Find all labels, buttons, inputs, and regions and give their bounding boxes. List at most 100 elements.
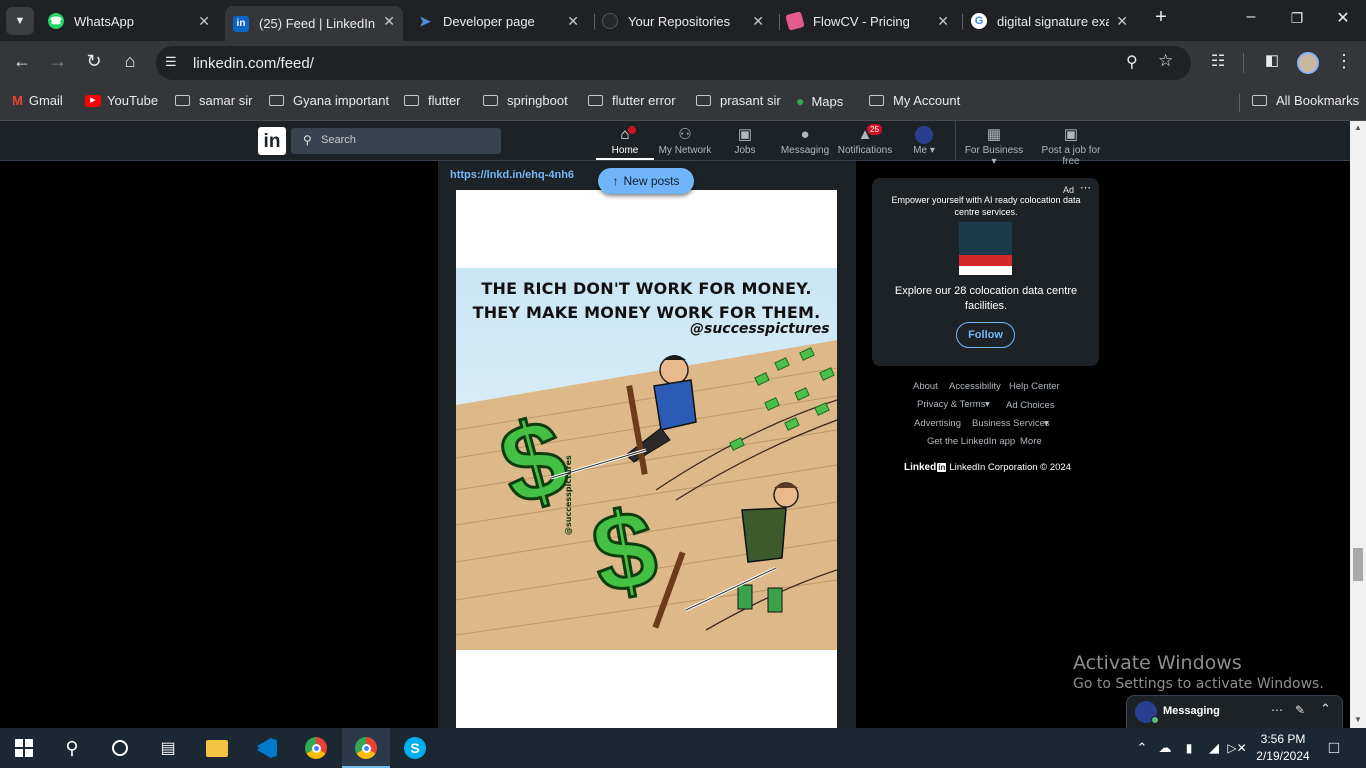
scroll-thumb[interactable] xyxy=(1353,548,1363,581)
close-icon[interactable]: ✕ xyxy=(383,13,395,30)
new-posts-button[interactable]: ↑ New posts xyxy=(598,168,694,194)
page-scrollbar[interactable]: ▲ ▼ xyxy=(1350,121,1366,728)
bookmark-folder-gyana-important[interactable]: Gyana important xyxy=(269,93,389,108)
search-placeholder[interactable]: Search xyxy=(321,134,356,146)
footer-link-more[interactable]: More xyxy=(1020,436,1042,447)
footer-link-privacy-terms[interactable]: Privacy & Terms xyxy=(917,399,985,410)
side-panel-icon[interactable]: ◧ xyxy=(1260,51,1284,69)
clock-time: 3:56 PM xyxy=(1260,732,1306,746)
post-link[interactable]: https://lnkd.in/ehq-4nh6 xyxy=(450,169,574,181)
bookmark-folder-samar-sir[interactable]: samar sir xyxy=(175,93,252,108)
chrome-profile-icon[interactable] xyxy=(354,736,378,760)
nav-my-network[interactable]: ⚇ My Network xyxy=(655,125,715,156)
battery-icon[interactable]: ▮ xyxy=(1177,736,1201,760)
ad-follow-button[interactable]: Follow xyxy=(956,322,1015,348)
bookmark-youtube[interactable]: ▶ YouTube xyxy=(85,93,158,108)
close-icon[interactable]: ✕ xyxy=(937,13,949,30)
close-icon[interactable]: ✕ xyxy=(198,13,210,30)
scroll-up-arrow[interactable]: ▲ xyxy=(1354,123,1362,132)
window-close-button[interactable]: ✕ xyxy=(1328,8,1358,28)
site-info-icon[interactable]: ☰ xyxy=(165,54,177,70)
nav-post-a-job[interactable]: ▣ Post a job for free xyxy=(1032,125,1110,167)
tab-linkedin-feed[interactable]: in (25) Feed | LinkedIn ✕ xyxy=(225,6,403,41)
folder-icon xyxy=(175,95,190,106)
footer-link-help-center[interactable]: Help Center xyxy=(1009,381,1060,392)
task-view-icon[interactable]: ▤ xyxy=(156,736,180,760)
chevron-up-icon[interactable]: ⌃ xyxy=(1320,701,1331,717)
bookmark-maps[interactable]: ● Maps xyxy=(796,93,843,109)
tab-title: (25) Feed | LinkedIn xyxy=(259,16,376,31)
home-button[interactable]: ⌂ xyxy=(118,51,142,72)
bookmark-star-icon[interactable]: ☆ xyxy=(1158,51,1173,71)
minimize-button[interactable]: – xyxy=(1236,8,1266,26)
nav-for-business[interactable]: ▦ For Business ▾ xyxy=(962,125,1026,167)
back-button[interactable]: ← xyxy=(10,51,34,72)
tab-search-button[interactable]: ▼ xyxy=(6,7,34,35)
cortana-icon[interactable] xyxy=(108,736,132,760)
github-icon xyxy=(602,13,618,29)
close-icon[interactable]: ✕ xyxy=(1116,13,1128,30)
volume-muted-icon[interactable]: ▷✕ xyxy=(1225,736,1249,760)
more-icon[interactable]: ⋯ xyxy=(1271,703,1283,717)
linkedin-logo[interactable]: in xyxy=(258,127,286,155)
chrome-icon[interactable] xyxy=(304,736,328,760)
bookmark-folder-springboot[interactable]: springboot xyxy=(483,93,568,108)
reload-button[interactable]: ↻ xyxy=(82,51,106,72)
vscode-icon[interactable] xyxy=(255,736,279,760)
chevron-up-icon[interactable]: ⌃ xyxy=(1130,736,1154,760)
compose-icon[interactable]: ✎ xyxy=(1295,703,1305,717)
ad-card: Ad ⋯ Empower yourself with AI ready colo… xyxy=(872,178,1099,366)
tab-digital-signature[interactable]: G digital signature exam ✕ xyxy=(971,6,1136,36)
windows-start-icon[interactable] xyxy=(12,736,36,760)
clock[interactable]: 3:56 PM 2/19/2024 xyxy=(1250,731,1316,765)
footer-link-accessibility[interactable]: Accessibility xyxy=(949,381,1001,392)
post-image[interactable]: $ $ THE RICH DON'T WORK FOR MONEY. THEY … xyxy=(456,190,837,728)
footer-link-get-app[interactable]: Get the LinkedIn app xyxy=(927,436,1015,447)
tab-developer-page[interactable]: ➤ Developer page ✕ xyxy=(417,6,587,36)
search-box[interactable]: ⚲ Search xyxy=(291,128,501,154)
gmail-icon: M xyxy=(12,93,23,108)
footer-link-about[interactable]: About xyxy=(913,381,938,392)
footer-link-advertising[interactable]: Advertising xyxy=(914,418,961,429)
close-icon[interactable]: ✕ xyxy=(567,13,579,30)
url-text[interactable]: linkedin.com/feed/ xyxy=(193,55,314,72)
bookmark-folder-flutter[interactable]: flutter xyxy=(404,93,461,108)
messaging-dock[interactable]: Messaging ⋯ ✎ ⌃ xyxy=(1126,695,1343,728)
notification-center-icon[interactable]: □ xyxy=(1322,736,1346,760)
nav-notifications[interactable]: ▲ 25 Notifications xyxy=(835,124,895,156)
footer-link-ad-choices[interactable]: Ad Choices xyxy=(1006,400,1055,411)
file-explorer-icon[interactable] xyxy=(205,736,229,760)
bookmark-folder-prasant-sir[interactable]: prasant sir xyxy=(696,93,781,108)
profile-avatar[interactable] xyxy=(1297,52,1319,74)
zoom-icon[interactable]: ⚲ xyxy=(1126,52,1138,72)
ad-more-icon[interactable]: ⋯ xyxy=(1080,181,1091,194)
wifi-icon[interactable]: ◢ xyxy=(1202,736,1226,760)
skype-icon[interactable]: S xyxy=(403,736,427,760)
tab-flowcv-pricing[interactable]: FlowCV - Pricing ✕ xyxy=(785,6,957,36)
tab-whatsapp[interactable]: ☎ WhatsApp ✕ xyxy=(48,6,218,36)
onedrive-icon[interactable]: ☁ xyxy=(1153,736,1177,760)
forward-button[interactable]: → xyxy=(46,51,70,72)
menu-icon[interactable]: ⋮ xyxy=(1332,51,1356,72)
scroll-down-arrow[interactable]: ▼ xyxy=(1354,715,1362,724)
footer-link-business-services[interactable]: Business Services xyxy=(972,418,1050,429)
image-headline-line2: THEY MAKE MONEY WORK FOR THEM. xyxy=(472,303,821,322)
bookmark-folder-my-account[interactable]: My Account xyxy=(869,93,960,108)
search-icon[interactable]: ⚲ xyxy=(60,736,84,760)
close-icon[interactable]: ✕ xyxy=(752,13,764,30)
online-status-dot xyxy=(1151,716,1159,724)
image-side-credit: @successpictures xyxy=(564,455,573,535)
new-tab-button[interactable]: + xyxy=(1146,6,1176,29)
tab-your-repositories[interactable]: Your Repositories ✕ xyxy=(602,6,772,36)
nav-jobs[interactable]: ▣ Jobs xyxy=(715,125,775,156)
bookmark-folder-flutter-error[interactable]: flutter error xyxy=(588,93,676,108)
nav-messaging[interactable]: ● Messaging xyxy=(775,125,835,156)
bookmark-all-bookmarks[interactable]: All Bookmarks xyxy=(1252,93,1359,108)
nav-home[interactable]: ⌂ Home xyxy=(595,125,655,156)
nav-me[interactable]: Me ▾ xyxy=(894,125,954,156)
restore-button[interactable]: ❐ xyxy=(1282,10,1312,27)
extensions-icon[interactable]: ☷ xyxy=(1206,51,1230,71)
address-bar[interactable]: ☰ linkedin.com/feed/ ⚲ ☆ xyxy=(156,46,1191,80)
ad-image[interactable] xyxy=(959,222,1012,275)
bookmark-gmail[interactable]: M Gmail xyxy=(12,93,63,108)
